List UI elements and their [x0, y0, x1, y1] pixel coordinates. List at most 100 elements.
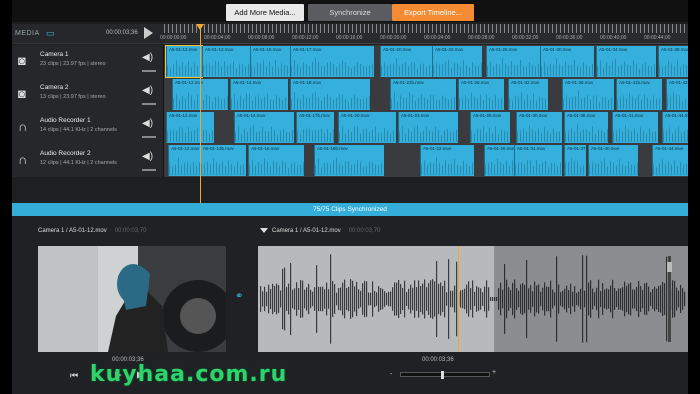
video-panel-title: Camera 1 / A5-01-12.mov	[38, 228, 107, 234]
clip-waveform	[653, 156, 688, 175]
timeline-clip[interactable]: A5-01-36.mov	[564, 112, 608, 143]
playhead-line[interactable]	[200, 24, 201, 204]
timeline-clip[interactable]: A5-01-36.mov	[562, 79, 614, 110]
zoom-out-button[interactable]: -	[390, 371, 392, 378]
clip-waveform	[249, 156, 304, 175]
track-header[interactable]: ◙ Camera 1 23 clips | 23.97 fps | stereo ◀)	[12, 45, 164, 78]
clip-waveform	[517, 123, 562, 142]
timeline-clip[interactable]: A5-01-12.mov	[165, 45, 203, 78]
volume-icon[interactable]: ◀)	[142, 85, 153, 96]
vertical-zoom-scrollbar[interactable]	[667, 256, 672, 342]
skip-back-icon[interactable]: ⏮	[70, 370, 92, 380]
timeline-clip[interactable]: A5-01-18b.mov	[314, 145, 384, 176]
timeline-clip[interactable]: A5-01-41.mov	[612, 112, 658, 143]
monitor-icon[interactable]: ▭	[46, 28, 55, 39]
timeline-clip[interactable]: A5-01-20.mov	[338, 112, 396, 143]
timeline-clip[interactable]: A5-01-30.mov	[540, 46, 594, 77]
volume-icon[interactable]: ◀)	[142, 52, 153, 63]
export-timeline-button[interactable]: Export Timeline...	[392, 4, 474, 21]
timeline-clip[interactable]: A5-01-44.mov	[662, 112, 688, 143]
clip-waveform	[339, 123, 396, 142]
timeline-ruler[interactable]: 00:00:00;00 00:00:04;00 00:00:08;00 00:00:1…	[160, 24, 688, 44]
volume-slider[interactable]	[142, 70, 156, 72]
waveform-graphic	[260, 254, 686, 344]
track-header[interactable]: ∩ Audio Recorder 2 12 clips | 44.1 KHz | 2…	[12, 144, 164, 177]
timeline-clip[interactable]: A5-01-41b.mov	[616, 79, 662, 110]
timeline-clip[interactable]: A5-01-17b.mov	[296, 112, 334, 143]
timeline-clip[interactable]: A5-01-34.mov	[596, 46, 656, 77]
timeline-clip[interactable]: A5-01-23.mov	[398, 112, 458, 143]
timeline-clip[interactable]: A5-01-12.mov	[166, 112, 214, 143]
link-icon[interactable]: ⚭	[235, 291, 243, 302]
timeline-clip[interactable]: A5-01-22b.mov	[390, 79, 456, 110]
media-label: MEDIA	[15, 30, 40, 37]
timeline-clip[interactable]: A5-01-12.mov	[168, 145, 200, 176]
timeline-clip[interactable]: A5-01-20.mov	[380, 46, 432, 77]
track-row: ◙ Camera 1 23 clips | 23.97 fps | stereo ◀)…	[12, 45, 688, 78]
timeline-clip[interactable]: A5-01-14.mov	[234, 112, 294, 143]
timeline-clip[interactable]: A5-01-28.mov	[458, 79, 504, 110]
clip-label: A5-01-12.mov	[171, 146, 200, 151]
ruler-label: 00:00:16;00	[336, 35, 363, 41]
track-lane[interactable]: A5-01-12.mov A5-01-13b.mov A5-01-16.mov A5-…	[164, 144, 688, 177]
track-header[interactable]: ∩ Audio Recorder 1 14 clips | 44.1 KHz | 2…	[12, 111, 164, 144]
volume-icon[interactable]: ◀)	[142, 118, 153, 129]
track-lane[interactable]: A5-01-12.mov A5-01-14.mov A5-01-18.mov A5-0…	[164, 78, 688, 111]
scroll-thumb[interactable]	[667, 262, 672, 272]
timeline-clip[interactable]: A5-01-15.mov	[250, 46, 290, 77]
clip-label: A5-01-22.mov	[435, 47, 464, 52]
track-lane[interactable]: A5-01-12.mov A5-01-14.mov A5-01-17b.mov A5-…	[164, 111, 688, 144]
clip-label: A5-01-17b.mov	[299, 113, 330, 118]
timeline-clip[interactable]: A5-01-40.mov	[588, 145, 638, 176]
track-meta: 23 clips | 23.97 fps | stereo	[40, 61, 106, 67]
timeline-clip[interactable]: A5-01-26.mov	[486, 46, 540, 77]
clip-waveform	[659, 57, 688, 76]
play-icon[interactable]	[144, 27, 153, 39]
clip-label: A5-01-28.mov	[461, 80, 490, 85]
add-media-button[interactable]: Add More Media...	[226, 4, 304, 21]
waveform-playhead[interactable]	[458, 246, 459, 352]
timeline-clip[interactable]: A5-01-44.mov	[652, 145, 688, 176]
clip-waveform	[251, 57, 290, 76]
clip-waveform	[597, 57, 656, 76]
clip-waveform	[589, 156, 638, 175]
clip-waveform	[315, 156, 384, 175]
timeline-clip[interactable]: A5-01-37.mov	[564, 145, 586, 176]
timeline-clip[interactable]: A5-01-31.mov	[514, 145, 562, 176]
timeline-clip[interactable]: A5-01-38.mov	[658, 46, 688, 77]
timeline-clip[interactable]: A5-01-13.mov	[202, 46, 250, 77]
timeline-clip[interactable]: A5-01-17.mov	[290, 46, 374, 77]
timeline-clip[interactable]: A5-01-22.mov	[432, 46, 482, 77]
clip-label: A5-01-25.mov	[473, 113, 502, 118]
timeline-clip[interactable]: A5-01-22.mov	[420, 145, 474, 176]
zoom-slider[interactable]	[400, 371, 490, 379]
volume-icon[interactable]: ◀)	[142, 151, 153, 162]
timeline-clip[interactable]: A5-01-42.mov	[666, 79, 688, 110]
media-timecode: 00:00:03;36	[106, 30, 138, 36]
headphones-icon: ∩	[18, 119, 28, 134]
zoom-slider-thumb[interactable]	[441, 371, 444, 379]
zoom-in-button[interactable]: +	[492, 369, 496, 376]
track-row: ◙ Camera 2 13 clips | 23.97 fps | stereo ◀)…	[12, 78, 688, 111]
sync-status-bar: 75/75 Clips Synchronized	[12, 203, 688, 216]
timeline-clip[interactable]: A5-01-25.mov	[470, 112, 510, 143]
clip-waveform	[459, 90, 504, 109]
clip-label: A5-01-36.mov	[565, 80, 594, 85]
clip-waveform	[201, 156, 246, 175]
timeline-clip[interactable]: A5-01-16.mov	[248, 145, 304, 176]
timeline-clip[interactable]: A5-01-13b.mov	[200, 145, 246, 176]
track-header[interactable]: ◙ Camera 2 13 clips | 23.97 fps | stereo ◀)	[12, 78, 164, 111]
video-panel-header: Camera 1 / A5-01-12.mov 00:00:03,70	[38, 228, 146, 234]
volume-slider[interactable]	[142, 103, 156, 105]
volume-slider[interactable]	[142, 136, 156, 138]
track-lane[interactable]: A5-01-12.mov A5-01-13.mov A5-01-15.mov A5-0…	[164, 45, 688, 78]
volume-slider[interactable]	[142, 169, 156, 171]
timeline-clip[interactable]: A5-01-18.mov	[290, 79, 370, 110]
timeline-clip[interactable]: A5-01-30.mov	[516, 112, 562, 143]
timeline-clip[interactable]: A5-01-32.mov	[508, 79, 548, 110]
clip-waveform	[663, 123, 688, 142]
synchronize-button[interactable]: Synchronize	[308, 4, 392, 21]
timeline-clip[interactable]: A5-01-14.mov	[230, 79, 288, 110]
dropdown-icon[interactable]	[260, 228, 268, 233]
waveform-view[interactable]	[258, 246, 688, 352]
